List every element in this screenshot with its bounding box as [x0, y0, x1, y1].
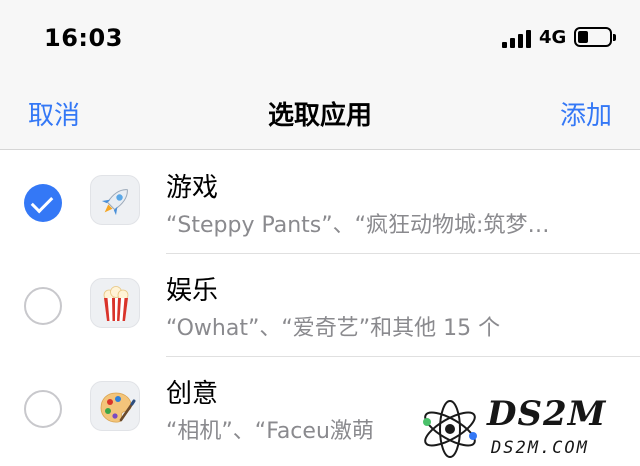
- status-time: 16:03: [44, 24, 123, 52]
- category-title: 创意: [166, 379, 219, 409]
- add-button[interactable]: 添加: [560, 95, 612, 132]
- radio-unselected-icon[interactable]: [24, 287, 62, 325]
- battery-icon: [574, 27, 616, 47]
- category-title: 娱乐: [166, 276, 219, 306]
- page-title: 选取应用: [267, 101, 372, 131]
- popcorn-icon: [90, 278, 140, 328]
- status-bar: 16:03 4G: [0, 0, 640, 80]
- radio-unselected-icon[interactable]: [24, 390, 62, 428]
- navigation-bar: 取消 选取应用 添加: [0, 80, 640, 150]
- atom-logo-icon: [423, 400, 477, 458]
- category-title: 游戏: [166, 173, 219, 203]
- category-row-entertainment[interactable]: 娱乐 “Owhat”、“爱奇艺”和其他 15 个: [0, 254, 640, 357]
- category-apps-summary: “相机”、“Faceu激萌: [166, 419, 374, 444]
- cellular-signal-icon: [502, 30, 532, 48]
- category-row-games[interactable]: 游戏 “Steppy Pants”、“疯狂动物城:筑梦…: [0, 151, 640, 254]
- watermark-logo: DS2M DS2M.COM: [415, 392, 640, 466]
- watermark-text: DS2M: [487, 394, 607, 434]
- category-apps-summary: “Steppy Pants”、“疯狂动物城:筑梦…: [166, 213, 550, 238]
- palette-icon: [90, 381, 140, 431]
- rocket-icon: [90, 175, 140, 225]
- network-type: 4G: [539, 27, 567, 48]
- category-apps-summary: “Owhat”、“爱奇艺”和其他 15 个: [166, 316, 501, 341]
- watermark-url: DS2M.COM: [491, 438, 589, 458]
- checkmark-selected-icon[interactable]: [24, 184, 62, 222]
